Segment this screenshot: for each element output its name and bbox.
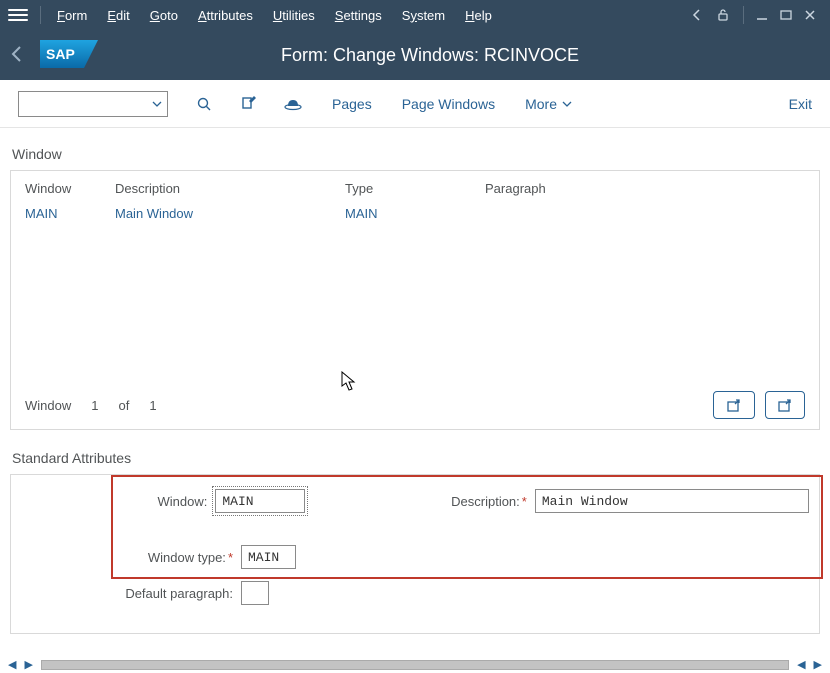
window-row: Window: Description:*: [21, 489, 809, 513]
col-paragraph: Paragraph: [485, 181, 585, 196]
footer-total: 1: [149, 398, 156, 413]
cell-description: Main Window: [115, 206, 345, 221]
page-title: Form: Change Windows: RCINVOCE: [98, 45, 822, 66]
maximize-icon[interactable]: [780, 9, 792, 21]
window-label: Window:: [21, 494, 215, 509]
default-paragraph-input[interactable]: [241, 581, 269, 605]
col-type: Type: [345, 181, 485, 196]
menu-system[interactable]: System: [392, 8, 455, 23]
scroll-right-icon[interactable]: ▶: [20, 658, 36, 671]
scroll-left-icon[interactable]: ◀: [4, 658, 20, 671]
separator: [743, 6, 744, 24]
window-type-row: Window type:*: [21, 545, 809, 569]
window-list-panel: Window Description Type Paragraph MAIN M…: [10, 170, 820, 430]
unlock-icon[interactable]: [715, 7, 731, 23]
cell-paragraph: [485, 206, 585, 221]
import-button[interactable]: [765, 391, 805, 419]
content: Window Window Description Type Paragraph…: [0, 128, 830, 666]
cell-window: MAIN: [25, 206, 115, 221]
window-table-header: Window Description Type Paragraph: [25, 181, 805, 196]
window-section-title: Window: [12, 146, 820, 162]
scroll-left-icon[interactable]: ◀: [793, 658, 809, 671]
description-input[interactable]: [535, 489, 809, 513]
attrs-section-title: Standard Attributes: [12, 450, 820, 466]
menubar: Form Edit Goto Attributes Utilities Sett…: [0, 0, 830, 30]
chevron-down-icon: [561, 98, 573, 110]
back-button[interactable]: [8, 45, 30, 66]
menu-goto[interactable]: Goto: [140, 8, 188, 23]
menu-attributes[interactable]: Attributes: [188, 8, 263, 23]
chevron-down-icon: [151, 98, 163, 110]
footer-current: 1: [91, 398, 98, 413]
nav-back-icon[interactable]: [691, 9, 703, 21]
search-icon[interactable]: [196, 96, 212, 112]
more-menu[interactable]: More: [525, 96, 573, 112]
scroll-right-icon[interactable]: ▶: [810, 658, 826, 671]
toolbar: Pages Page Windows More Exit: [0, 80, 830, 128]
window-type-input[interactable]: [241, 545, 296, 569]
menu-utilities[interactable]: Utilities: [263, 8, 325, 23]
menu-form[interactable]: Form: [47, 8, 97, 23]
col-window: Window: [25, 181, 115, 196]
table-row[interactable]: MAIN Main Window MAIN: [25, 206, 805, 221]
window-type-label: Window type:*: [21, 550, 241, 565]
page-windows-link[interactable]: Page Windows: [402, 96, 495, 112]
exit-link[interactable]: Exit: [789, 96, 812, 112]
window-panel-footer: Window 1 of 1: [25, 391, 805, 419]
menu-edit[interactable]: Edit: [97, 8, 139, 23]
default-paragraph-label: Default paragraph:: [21, 586, 241, 601]
menu-help[interactable]: Help: [455, 8, 502, 23]
menu-icon[interactable]: [8, 6, 28, 24]
footer-label: Window: [25, 398, 71, 413]
footer-of: of: [118, 398, 129, 413]
horizontal-scrollbar: ◀ ▶ ◀ ▶: [4, 658, 826, 671]
scrollbar-track[interactable]: [41, 660, 789, 670]
hat-icon[interactable]: [284, 97, 302, 111]
menu-settings[interactable]: Settings: [325, 8, 392, 23]
edit-icon[interactable]: [240, 96, 256, 112]
sap-logo: SAP: [40, 40, 98, 71]
cell-type: MAIN: [345, 206, 485, 221]
close-icon[interactable]: [804, 9, 816, 21]
command-field[interactable]: [18, 91, 168, 117]
window-input[interactable]: [215, 489, 305, 513]
pages-link[interactable]: Pages: [332, 96, 372, 112]
separator: [40, 6, 41, 24]
export-button[interactable]: [713, 391, 755, 419]
more-label: More: [525, 96, 557, 112]
col-description: Description: [115, 181, 345, 196]
description-label: Description:*: [305, 494, 535, 509]
attributes-panel: Window: Description:* Window type:* Defa…: [10, 474, 820, 634]
cursor-icon: [341, 371, 359, 393]
default-paragraph-row: Default paragraph:: [21, 581, 809, 605]
minimize-icon[interactable]: [756, 9, 768, 21]
header: SAP Form: Change Windows: RCINVOCE: [0, 30, 830, 80]
svg-text:SAP: SAP: [46, 46, 75, 62]
